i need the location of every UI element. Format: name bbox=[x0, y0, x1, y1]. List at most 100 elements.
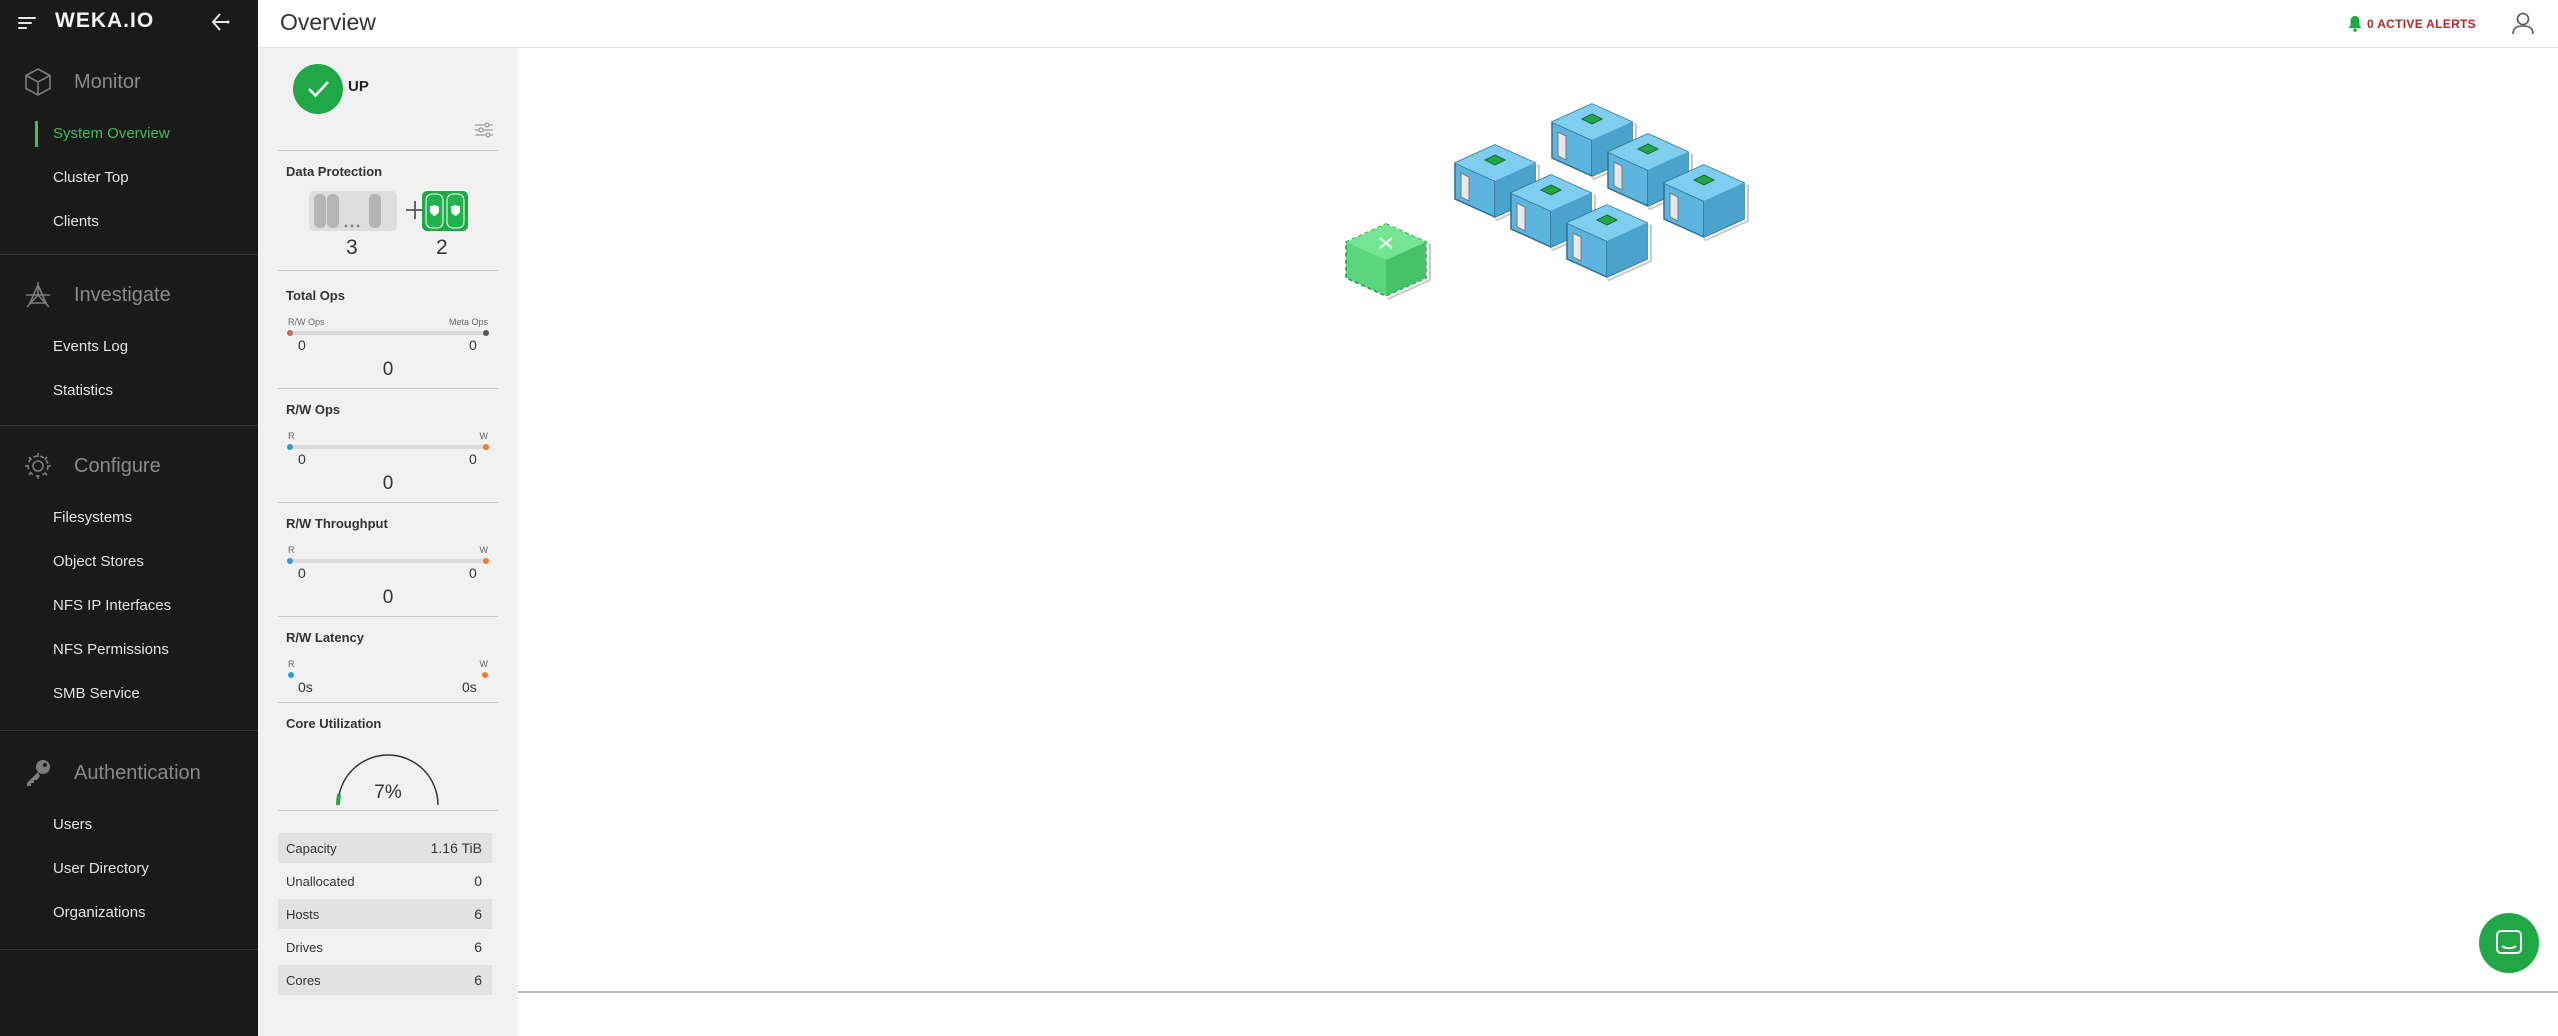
sidebar: WEKA.IO Monitor System Overview Cluster … bbox=[0, 0, 258, 1036]
top-header: Overview 0 ACTIVE ALERTS bbox=[258, 0, 2558, 48]
section-header-monitor: Monitor bbox=[0, 52, 258, 112]
read-axis-label: R bbox=[288, 545, 295, 555]
cube-icon bbox=[25, 68, 51, 96]
cores-row: Cores 6 bbox=[278, 965, 492, 995]
sidebar-section-monitor: Monitor System Overview Cluster Top Clie… bbox=[0, 44, 258, 255]
capacity-value: 1.16 TiB bbox=[430, 840, 482, 856]
user-avatar-icon[interactable] bbox=[2508, 8, 2538, 38]
page-title: Overview bbox=[280, 9, 376, 35]
sidebar-item-nfs-ip-interfaces[interactable]: NFS IP Interfaces bbox=[0, 584, 258, 628]
hosts-value: 6 bbox=[474, 906, 482, 922]
gear-icon bbox=[25, 453, 51, 479]
drives-label: Drives bbox=[286, 940, 323, 955]
sidebar-item-object-stores[interactable]: Object Stores bbox=[0, 540, 258, 584]
rw-ops-bar bbox=[287, 444, 489, 450]
rw-ops-total-value: 0 bbox=[382, 473, 394, 494]
total-ops-title: Total Ops bbox=[286, 288, 345, 303]
divider bbox=[278, 616, 498, 617]
sidebar-item-users[interactable]: Users bbox=[0, 803, 258, 847]
write-axis-label: W bbox=[479, 431, 489, 441]
rw-ops-marker bbox=[287, 330, 293, 336]
section-header-authentication: Authentication bbox=[0, 743, 258, 803]
read-latency-value: 0s bbox=[298, 679, 313, 695]
cluster-topology-diagram bbox=[1345, 103, 1749, 300]
drives-value: 6 bbox=[474, 939, 482, 955]
drives-row: Drives 6 bbox=[278, 932, 492, 962]
sidebar-item-statistics[interactable]: Statistics bbox=[0, 369, 258, 413]
total-ops-value: 0 bbox=[382, 359, 394, 380]
unallocated-label: Unallocated bbox=[286, 874, 355, 889]
divider bbox=[278, 502, 498, 503]
sidebar-item-user-directory[interactable]: User Directory bbox=[0, 847, 258, 891]
divider bbox=[278, 150, 498, 151]
status-indicator bbox=[293, 64, 343, 114]
parity-drives-icon bbox=[422, 191, 468, 231]
read-marker bbox=[287, 558, 293, 564]
active-alerts-label: 0 ACTIVE ALERTS bbox=[2367, 16, 2476, 31]
sidebar-item-smb-service[interactable]: SMB Service bbox=[0, 672, 258, 716]
divider bbox=[278, 810, 498, 811]
section-title: Configure bbox=[74, 454, 161, 477]
core-utilization-value: 7% bbox=[374, 782, 402, 803]
weka-logo: WEKA.IO bbox=[55, 9, 155, 32]
read-marker bbox=[288, 672, 294, 678]
rw-ops-value: 0 bbox=[298, 337, 306, 353]
total-ops-bar bbox=[287, 330, 489, 336]
read-marker bbox=[287, 444, 293, 450]
rw-throughput-total-value: 0 bbox=[382, 587, 394, 608]
divider bbox=[278, 702, 498, 703]
unallocated-value: 0 bbox=[474, 873, 482, 889]
cores-value: 6 bbox=[474, 972, 482, 988]
hosts-label: Hosts bbox=[286, 907, 320, 922]
section-title: Authentication bbox=[74, 761, 201, 784]
hosts-row: Hosts 6 bbox=[278, 899, 492, 929]
capacity-row: Capacity 1.16 TiB bbox=[278, 833, 492, 863]
sidebar-item-system-overview[interactable]: System Overview bbox=[0, 112, 258, 156]
menu-icon[interactable] bbox=[18, 14, 36, 30]
chat-support-button[interactable] bbox=[2479, 913, 2539, 973]
read-axis-label: R bbox=[288, 659, 295, 669]
chat-icon bbox=[2496, 930, 2522, 954]
sidebar-header: WEKA.IO bbox=[0, 0, 258, 44]
meta-ops-axis-label: Meta Ops bbox=[448, 317, 488, 327]
write-marker bbox=[483, 444, 489, 450]
section-title: Monitor bbox=[74, 70, 141, 93]
cluster-topology-canvas bbox=[518, 49, 2558, 993]
active-alerts-button[interactable]: 0 ACTIVE ALERTS bbox=[2347, 15, 2476, 32]
write-throughput-value: 0 bbox=[469, 565, 477, 581]
divider bbox=[278, 388, 498, 389]
write-axis-label: W bbox=[479, 545, 489, 555]
sidebar-item-filesystems[interactable]: Filesystems bbox=[0, 496, 258, 540]
read-ops-value: 0 bbox=[298, 451, 306, 467]
sidebar-item-cluster-top[interactable]: Cluster Top bbox=[0, 156, 258, 200]
sidebar-item-clients[interactable]: Clients bbox=[0, 200, 258, 244]
sidebar-item-organizations[interactable]: Organizations bbox=[0, 891, 258, 935]
cores-label: Cores bbox=[286, 973, 321, 988]
backend-node-icon[interactable] bbox=[1345, 223, 1431, 300]
write-ops-value: 0 bbox=[469, 451, 477, 467]
section-title: Investigate bbox=[74, 283, 171, 306]
key-icon bbox=[27, 760, 50, 786]
settings-sliders-icon[interactable] bbox=[472, 120, 496, 140]
sidebar-item-nfs-permissions[interactable]: NFS Permissions bbox=[0, 628, 258, 672]
sidebar-section-configure: Configure Filesystems Object Stores NFS … bbox=[0, 426, 258, 731]
rw-latency-title: R/W Latency bbox=[286, 630, 365, 645]
write-axis-label: W bbox=[479, 659, 489, 669]
section-header-configure: Configure bbox=[0, 436, 258, 496]
rw-throughput-bar bbox=[287, 558, 489, 564]
check-icon bbox=[308, 81, 329, 98]
rw-throughput-title: R/W Throughput bbox=[286, 516, 388, 531]
collapse-sidebar-icon[interactable] bbox=[209, 10, 233, 34]
unallocated-row: Unallocated 0 bbox=[278, 866, 492, 896]
investigate-icon bbox=[26, 282, 50, 308]
meta-ops-marker bbox=[483, 330, 489, 336]
bell-icon bbox=[2348, 16, 2362, 32]
read-axis-label: R bbox=[288, 431, 295, 441]
rw-ops-title: R/W Ops bbox=[286, 402, 341, 417]
rw-ops-axis-label: R/W Ops bbox=[288, 317, 325, 327]
divider bbox=[278, 270, 498, 271]
sidebar-item-events-log[interactable]: Events Log bbox=[0, 325, 258, 369]
cluster-stats-panel: UP Data Protection 3 2 Total Ops R/W Ops… bbox=[258, 48, 518, 1036]
write-latency-value: 0s bbox=[462, 679, 477, 695]
capacity-label: Capacity bbox=[286, 841, 337, 856]
